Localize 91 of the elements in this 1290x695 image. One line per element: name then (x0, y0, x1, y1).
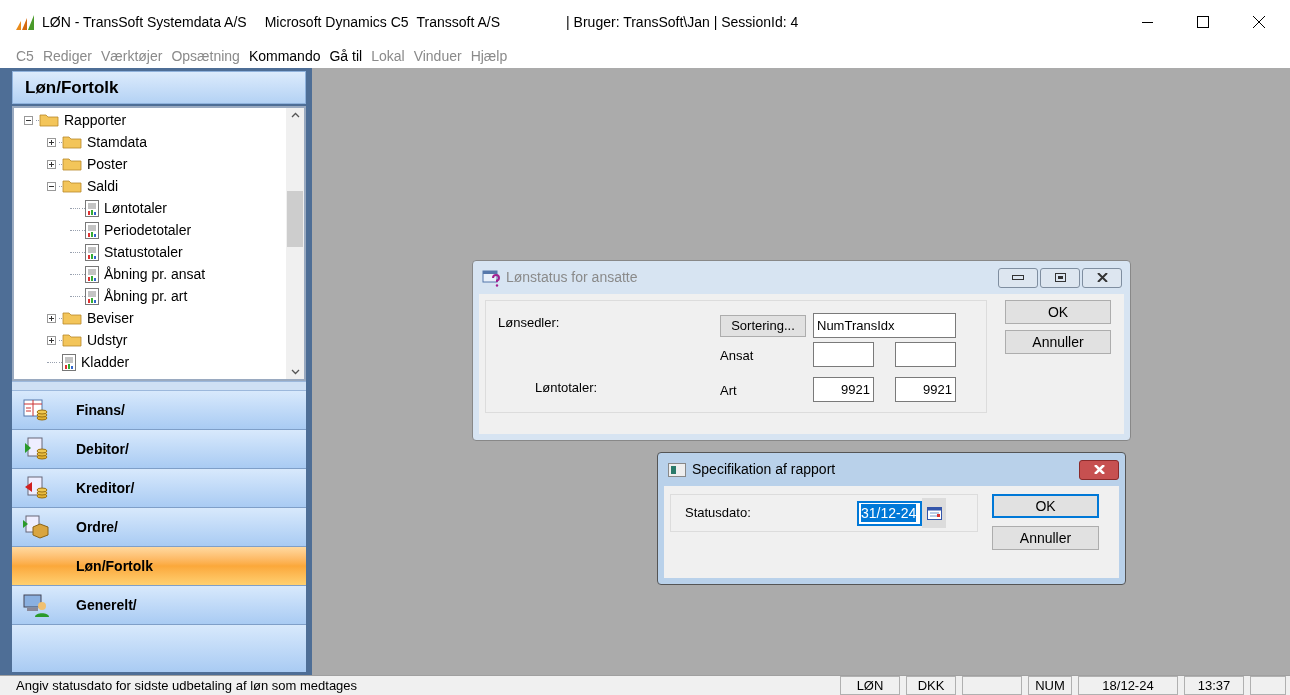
bar-chart-logo-icon (16, 14, 36, 30)
status-panel: LØN (840, 676, 900, 695)
computer-user-icon (23, 593, 49, 617)
tree-item[interactable]: Kladder (81, 351, 130, 373)
report-icon (85, 221, 99, 239)
folder-icon (62, 333, 82, 347)
ok-button[interactable]: OK (992, 494, 1099, 518)
date-field[interactable]: 31/12-24 (857, 500, 922, 526)
folder-icon (39, 113, 59, 127)
restore-icon (1054, 273, 1066, 282)
tree-item[interactable]: Stamdata (87, 131, 147, 153)
tree-item[interactable]: Åbning pr. art (104, 285, 188, 307)
nav-button[interactable]: Generelt/ (12, 586, 306, 625)
nav-button[interactable]: Løn/Fortolk (12, 547, 306, 586)
report-icon (62, 353, 76, 371)
document-box-icon (23, 515, 49, 539)
tree-item[interactable]: Rapporter (64, 109, 127, 131)
report-icon (85, 287, 99, 305)
tree-item[interactable]: Saldi (87, 175, 119, 197)
field-label: Art (720, 382, 737, 400)
ledger-coins-icon (23, 398, 49, 422)
close-icon (1253, 16, 1265, 28)
close-button[interactable] (1082, 267, 1122, 288)
tree-item[interactable]: Åbning pr. ansat (104, 263, 206, 285)
tree-item[interactable]: Periodetotaler (104, 219, 192, 241)
maximize-icon (1197, 16, 1209, 28)
window-title: LØN - TransSoft Systemdata A/S (42, 12, 247, 32)
collapse-icon[interactable] (24, 115, 33, 125)
expand-icon[interactable] (47, 159, 56, 169)
close-icon (1096, 273, 1108, 282)
ok-button[interactable]: OK (1005, 300, 1111, 324)
input-field[interactable] (813, 342, 874, 367)
nav-button[interactable]: Kreditor/ (12, 469, 306, 508)
folder-icon (62, 311, 82, 325)
scroll-thumb[interactable] (287, 190, 303, 247)
folder-icon (62, 135, 82, 149)
status-panel: 13:37 (1184, 676, 1244, 695)
expand-icon[interactable] (47, 335, 56, 345)
status-panel: 18/12-24 (1078, 676, 1178, 695)
nav-button[interactable]: Ordre/ (12, 508, 306, 547)
field-label: Statusdato: (685, 504, 752, 523)
document-arrow-icon (23, 476, 49, 500)
document-arrow-icon (23, 437, 49, 461)
field-label: Ansat (720, 347, 754, 365)
status-panel: DKK (906, 676, 956, 695)
minimize-button[interactable] (998, 267, 1038, 288)
tree-item[interactable]: Udstyr (87, 329, 128, 351)
tree-item[interactable]: Poster (87, 153, 128, 175)
minimize-icon (1141, 21, 1153, 23)
field-label: Løntotaler: (535, 379, 598, 397)
status-panel: NUM (1028, 676, 1072, 695)
sidebar-header: Løn/Fortolk (12, 71, 306, 104)
dialog-title: Specifikation af rapport (692, 460, 836, 479)
sort-field[interactable]: NumTransIdx (813, 313, 956, 338)
input-field[interactable] (895, 342, 956, 367)
sort-button[interactable]: Sortering... (720, 315, 806, 337)
nav-button[interactable]: Finans/ (12, 391, 306, 430)
scroll-up-icon[interactable] (290, 112, 300, 118)
field-label: Lønsedler: (498, 314, 560, 332)
session-info: | Bruger: TransSoft\Jan | SessionId: 4 (566, 12, 799, 32)
folder-icon (62, 157, 82, 171)
form-question-icon (482, 268, 502, 287)
cancel-button[interactable]: Annuller (1005, 330, 1111, 354)
status-message: Angiv statusdato for sidste udbetaling af løn som medtages (15, 676, 359, 695)
collapse-icon[interactable] (47, 181, 56, 191)
report-icon (85, 243, 99, 261)
tree-item[interactable]: Løntotaler (104, 197, 168, 219)
report-icon (85, 199, 99, 217)
input-field[interactable]: 9921 (895, 377, 956, 402)
close-icon (1093, 465, 1105, 474)
nav-button[interactable]: Debitor/ (12, 430, 306, 469)
calendar-icon[interactable] (926, 506, 942, 520)
scrollbar[interactable] (286, 108, 304, 379)
minimize-icon (1012, 275, 1024, 280)
company-name: Transsoft A/S (416, 12, 501, 32)
report-icon (85, 265, 99, 283)
product-name: Microsoft Dynamics C5 (264, 12, 409, 32)
tree-item[interactable]: Beviser (87, 307, 134, 329)
menu-item[interactable]: Gå til (329, 45, 363, 67)
input-field[interactable]: 9921 (813, 377, 874, 402)
expand-icon[interactable] (47, 313, 56, 323)
scroll-down-icon[interactable] (290, 369, 300, 375)
tree-item[interactable]: Statustotaler (104, 241, 183, 263)
close-button[interactable] (1079, 459, 1119, 480)
menu-item[interactable]: Kommando (248, 45, 321, 67)
dialog-title: Lønstatus for ansatte (506, 268, 638, 287)
cancel-button[interactable]: Annuller (992, 526, 1099, 550)
expand-icon[interactable] (47, 137, 56, 147)
folder-icon (62, 179, 82, 193)
window-icon (668, 462, 686, 477)
restore-button[interactable] (1040, 267, 1080, 288)
